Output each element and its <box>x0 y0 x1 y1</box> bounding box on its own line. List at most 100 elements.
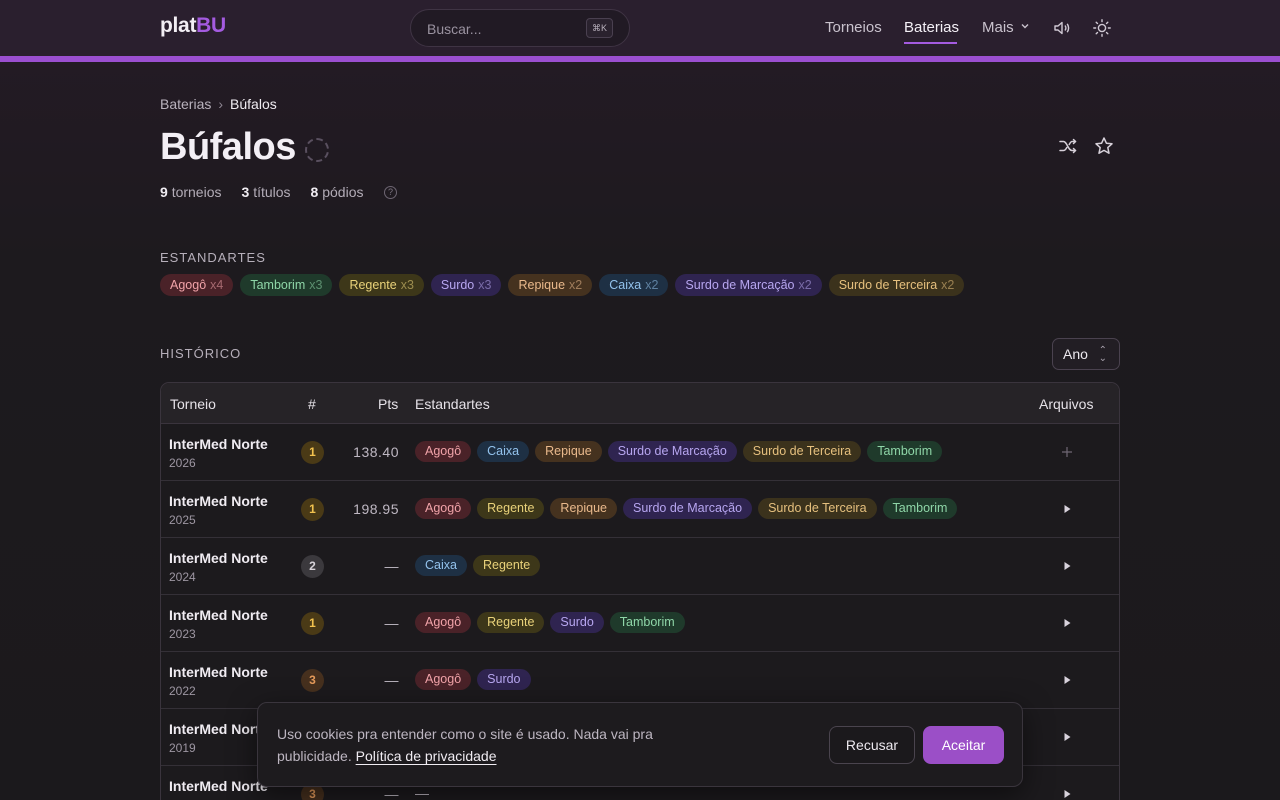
table-row[interactable]: InterMed Norte 2023 1 — Agogô Regente Surdo Tam… <box>161 595 1119 652</box>
row-estandartes: Agogô Surdo <box>415 669 531 690</box>
row-tournament-name[interactable]: InterMed Norte <box>169 778 268 794</box>
play-icon[interactable] <box>1059 501 1075 517</box>
top-navbar: platBU Buscar... ⌘K Torneios Baterias Ma… <box>0 0 1280 56</box>
sort-chevrons-icon: ⌃ ⌄ <box>1098 345 1107 364</box>
stat-podios: 8 pódios <box>311 184 364 200</box>
table-row[interactable]: InterMed Norte 2022 3 — Agogô Surdo <box>161 652 1119 709</box>
page-title: Búfalos <box>160 126 296 168</box>
row-tag-surdo-de-terceira: Surdo de Terceira <box>758 498 877 519</box>
rank-badge: 1 <box>301 612 324 635</box>
breadcrumb-separator: › <box>218 96 224 112</box>
row-points: — <box>384 558 399 574</box>
logo-text-plat: plat <box>160 14 197 37</box>
sort-select[interactable]: Ano ⌃ ⌄ <box>1052 338 1120 370</box>
play-icon[interactable] <box>1059 672 1075 688</box>
breadcrumb-current: Búfalos <box>230 96 277 112</box>
row-tournament-name[interactable]: InterMed Norte <box>169 721 268 737</box>
row-points: 198.95 <box>353 501 399 517</box>
row-tag-surdo-de-marcacao: Surdo de Marcação <box>607 441 737 462</box>
row-tag-repique: Repique <box>535 441 602 462</box>
play-icon[interactable] <box>1059 729 1075 745</box>
row-tag-agogo: Agogô <box>415 498 472 519</box>
estandarte-tag-label: Surdo <box>440 278 475 292</box>
play-icon[interactable] <box>1059 558 1075 574</box>
estandarte-tag-caixa[interactable]: Caixa x2 <box>599 274 669 296</box>
row-tag-surdo: Surdo <box>477 669 531 690</box>
estandarte-tag-count: x3 <box>400 278 414 292</box>
search-shortcut-badge: ⌘K <box>585 18 613 38</box>
search-input[interactable]: Buscar... ⌘K <box>410 9 630 47</box>
col-rank[interactable]: # <box>308 396 316 412</box>
play-icon[interactable] <box>1059 786 1075 800</box>
nav-mais[interactable]: Mais <box>982 19 1030 36</box>
row-year: 2019 <box>169 741 196 755</box>
stats-row: 9 torneios 3 títulos 8 pódios <box>160 184 384 200</box>
row-tag-caixa: Caixa <box>477 441 530 462</box>
estandarte-tag-count: x2 <box>941 278 955 292</box>
row-year: 2024 <box>169 570 196 584</box>
estandarte-tag-count: x3 <box>309 278 323 292</box>
sort-select-label: Ano <box>1063 346 1088 362</box>
estandarte-tag-label: Agogô <box>170 278 207 292</box>
privacy-policy-link[interactable]: Política de privacidade <box>356 748 497 764</box>
table-row[interactable]: InterMed Norte 2026 1 138.40 Agogô Caixa Repiq… <box>161 424 1119 481</box>
estandarte-tag-label: Caixa <box>609 278 642 292</box>
shuffle-icon[interactable] <box>1058 136 1078 156</box>
star-icon[interactable] <box>1094 136 1114 156</box>
row-tag-tamborim: Tamborim <box>867 441 943 462</box>
accept-cookies-button[interactable]: Aceitar <box>923 726 1004 764</box>
historico-heading: HISTÓRICO <box>160 346 242 361</box>
rank-badge: 1 <box>301 498 324 521</box>
reject-cookies-button[interactable]: Recusar <box>829 726 915 764</box>
table-header: Torneio # Pts Estandartes Arquivos <box>161 383 1119 424</box>
help-icon[interactable]: ? <box>384 186 397 199</box>
logo[interactable]: platBU <box>160 14 226 38</box>
estandarte-tag-label: Repique <box>518 278 566 292</box>
estandarte-tag-label: Regente <box>349 278 397 292</box>
estandarte-tag-label: Surdo de Terceira <box>838 278 938 292</box>
estandarte-tag-agogo[interactable]: Agogô x4 <box>160 274 234 296</box>
row-estandartes: Agogô Caixa Repique Surdo de Marcação Surdo … <box>415 441 943 462</box>
table-row[interactable]: InterMed Norte 2025 1 198.95 Agogô Regente Rep… <box>161 481 1119 538</box>
col-pts[interactable]: Pts <box>378 396 398 412</box>
estandarte-tag-label: Surdo de Marcação <box>685 278 795 292</box>
row-tournament-name[interactable]: InterMed Norte <box>169 436 268 452</box>
row-points: — <box>384 786 399 800</box>
stat-torneios: 9 torneios <box>160 184 222 200</box>
row-tag-surdo-de-marcacao: Surdo de Marcação <box>623 498 753 519</box>
nav-baterias[interactable]: Baterias <box>904 19 959 36</box>
loading-spinner-icon <box>305 138 329 162</box>
breadcrumb-baterias[interactable]: Baterias <box>160 96 211 112</box>
add-file-icon[interactable] <box>1059 444 1075 460</box>
table-row[interactable]: InterMed Norte 2024 2 — Caixa Regente <box>161 538 1119 595</box>
estandarte-tag-regente[interactable]: Regente x3 <box>339 274 424 296</box>
volume-icon[interactable] <box>1052 18 1072 38</box>
estandarte-tag-surdo[interactable]: Surdo x3 <box>430 274 502 296</box>
nav-torneios[interactable]: Torneios <box>825 19 882 36</box>
estandarte-tag-tamborim[interactable]: Tamborim x3 <box>240 274 333 296</box>
estandarte-tag-count: x2 <box>569 278 583 292</box>
row-tournament-name[interactable]: InterMed Norte <box>169 493 268 509</box>
sun-icon[interactable] <box>1092 18 1112 38</box>
row-tag-tamborim: Tamborim <box>609 612 685 633</box>
estandarte-tag-count: x4 <box>210 278 224 292</box>
col-arquivos: Arquivos <box>1039 396 1094 412</box>
estandarte-tag-surdo-de-marcacao[interactable]: Surdo de Marcação x2 <box>675 274 822 296</box>
estandarte-tag-repique[interactable]: Repique x2 <box>508 274 593 296</box>
accent-bar <box>0 56 1280 62</box>
row-estandartes: Agogô Regente Surdo Tamborim <box>415 612 685 633</box>
estandartes-heading: ESTANDARTES <box>160 250 266 265</box>
row-tournament-name[interactable]: InterMed Norte <box>169 607 268 623</box>
estandarte-tag-surdo-de-terceira[interactable]: Surdo de Terceira x2 <box>828 274 965 296</box>
row-tournament-name[interactable]: InterMed Norte <box>169 664 268 680</box>
cookie-message: Uso cookies pra entender como o site é u… <box>277 723 697 767</box>
rank-badge: 1 <box>301 441 324 464</box>
play-icon[interactable] <box>1059 615 1075 631</box>
row-tournament-name[interactable]: InterMed Norte <box>169 550 268 566</box>
row-year: 2023 <box>169 627 196 641</box>
chevron-down-icon <box>1021 24 1029 29</box>
rank-badge: 3 <box>301 669 324 692</box>
col-torneio[interactable]: Torneio <box>170 396 216 412</box>
row-tag-agogo: Agogô <box>415 612 472 633</box>
estandarte-tag-count: x2 <box>645 278 659 292</box>
